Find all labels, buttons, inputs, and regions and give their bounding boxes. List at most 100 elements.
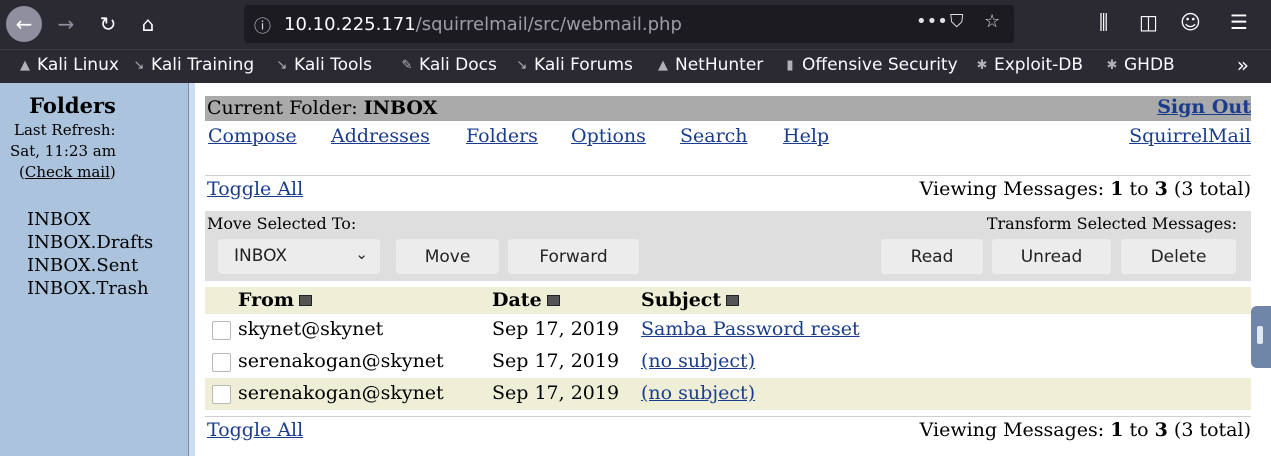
- more-bookmarks-icon[interactable]: »: [1237, 53, 1249, 77]
- viewing-messages: Viewing Messages: 1 to 3 (3 total): [920, 419, 1251, 441]
- read-button[interactable]: Read: [881, 239, 983, 274]
- message-actions: Move Selected To: Transform Selected Mes…: [205, 211, 1251, 281]
- bookmark-kali-training[interactable]: ↘ Kali Training: [132, 55, 255, 75]
- viewing-from: 1: [1110, 178, 1124, 200]
- menu-search[interactable]: Search: [680, 125, 748, 147]
- viewing-to: 3: [1154, 419, 1168, 441]
- row-subject-link[interactable]: (no subject): [641, 382, 755, 404]
- account-icon[interactable]: ☺: [1180, 10, 1201, 34]
- handle-icon: [1257, 326, 1263, 344]
- forward-arrow-icon[interactable]: →: [48, 6, 84, 42]
- message-list-pane: Current Folder: INBOX Sign Out Compose A…: [195, 83, 1271, 456]
- sidebar-toggle-tab[interactable]: [1251, 306, 1271, 368]
- bookmark-kali-tools[interactable]: ↘ Kali Tools: [275, 55, 372, 75]
- list-nav-top: Toggle All Viewing Messages: 1 to 3 (3 t…: [205, 175, 1251, 206]
- sign-out-link[interactable]: Sign Out: [1157, 96, 1251, 118]
- bookmark-nethunter[interactable]: ▲ NetHunter: [656, 55, 763, 75]
- move-selected-label: Move Selected To:: [207, 214, 357, 233]
- bookmark-kali-docs[interactable]: ✎ Kali Docs: [400, 55, 497, 75]
- folder-inbox-drafts[interactable]: INBOX.Drafts: [27, 231, 153, 254]
- sort-icon[interactable]: [298, 294, 312, 306]
- current-folder-prefix: Current Folder:: [207, 97, 358, 119]
- unread-button[interactable]: Unread: [992, 239, 1111, 274]
- viewing-to-word: to: [1129, 178, 1149, 200]
- row-checkbox[interactable]: [212, 385, 231, 404]
- delete-button[interactable]: Delete: [1121, 239, 1236, 274]
- current-folder-name: INBOX: [363, 97, 438, 119]
- bookmark-kali-linux[interactable]: ▲ Kali Linux: [18, 55, 119, 75]
- bookmark-label: Kali Docs: [419, 55, 497, 75]
- row-from: serenakogan@skynet: [238, 350, 444, 372]
- column-from-label: From: [238, 289, 294, 311]
- row-checkbox[interactable]: [212, 321, 231, 340]
- url-bar[interactable]: ⓘ 10.10.225.171/squirrelmail/src/webmail…: [244, 5, 1014, 43]
- menu-options[interactable]: Options: [571, 125, 646, 147]
- row-date: Sep 17, 2019: [492, 318, 620, 340]
- check-mail-wrapper: (Check mail): [19, 163, 116, 181]
- folder-inbox[interactable]: INBOX: [27, 208, 153, 231]
- viewing-total: (3 total): [1173, 419, 1251, 441]
- chevron-down-icon: ⌄: [355, 245, 368, 263]
- bookmark-ghdb[interactable]: ✱ GHDB: [1105, 55, 1175, 75]
- move-button[interactable]: Move: [396, 239, 499, 274]
- bookmark-offensive-security[interactable]: ▮ Offensive Security: [783, 55, 957, 75]
- home-icon[interactable]: ⌂: [130, 6, 166, 42]
- bookmark-label: Kali Linux: [37, 55, 119, 75]
- viewing-total: (3 total): [1173, 178, 1251, 200]
- column-from[interactable]: From: [238, 289, 312, 311]
- forward-button[interactable]: Forward: [508, 239, 639, 274]
- row-checkbox[interactable]: [212, 353, 231, 372]
- viewing-to: 3: [1154, 178, 1168, 200]
- folder-inbox-sent[interactable]: INBOX.Sent: [27, 254, 153, 277]
- site-info-icon[interactable]: ⓘ: [254, 12, 271, 37]
- library-icon[interactable]: ⫼: [1099, 10, 1108, 34]
- viewing-from: 1: [1110, 419, 1124, 441]
- viewing-messages: Viewing Messages: 1 to 3 (3 total): [920, 178, 1251, 200]
- url-host: 10.10.225.171: [284, 14, 416, 35]
- bookmark-star-icon[interactable]: ☆: [984, 11, 1000, 32]
- toggle-all-link[interactable]: Toggle All: [207, 419, 303, 441]
- url-path: /squirrelmail/src/webmail.php: [415, 14, 682, 35]
- back-arrow-icon[interactable]: ←: [6, 6, 42, 42]
- menu-addresses[interactable]: Addresses: [331, 125, 430, 147]
- bookmark-label: Exploit-DB: [994, 55, 1083, 75]
- row-from: serenakogan@skynet: [238, 382, 444, 404]
- table-row: serenakogan@skynet Sep 17, 2019 (no subj…: [205, 378, 1251, 410]
- transform-selected-label: Transform Selected Messages:: [986, 214, 1237, 233]
- bookmark-kali-forums[interactable]: ↘ Kali Forums: [515, 55, 633, 75]
- current-folder-label: Current Folder: INBOX: [207, 97, 437, 119]
- column-date[interactable]: Date: [492, 289, 560, 311]
- offsec-icon: ▮: [786, 57, 794, 73]
- menu-icon[interactable]: ☰: [1230, 10, 1248, 34]
- sort-icon[interactable]: [546, 294, 560, 306]
- column-subject[interactable]: Subject: [641, 289, 740, 311]
- menu-compose[interactable]: Compose: [208, 125, 297, 147]
- browser-toolbar: ← → ↻ ⌂ ⓘ 10.10.225.171/squirrelmail/src…: [0, 0, 1271, 49]
- table-header: From Date Subject: [205, 287, 1251, 314]
- sidebar-icon[interactable]: ◫: [1139, 10, 1158, 34]
- squirrelmail-link[interactable]: SquirrelMail: [1129, 125, 1251, 147]
- reload-icon[interactable]: ↻: [90, 6, 126, 42]
- current-folder-bar: Current Folder: INBOX Sign Out: [205, 96, 1251, 121]
- kali-dragon-icon: ↘: [516, 57, 528, 73]
- folder-inbox-trash[interactable]: INBOX.Trash: [27, 277, 153, 300]
- menu-help[interactable]: Help: [783, 125, 829, 147]
- table-row: skynet@skynet Sep 17, 2019 Samba Passwor…: [205, 314, 1251, 346]
- bookmark-label: Kali Tools: [294, 55, 372, 75]
- row-subject-link[interactable]: (no subject): [641, 350, 755, 372]
- list-nav-bottom: Toggle All Viewing Messages: 1 to 3 (3 t…: [205, 416, 1251, 447]
- menu-folders[interactable]: Folders: [466, 125, 538, 147]
- exploit-db-icon: ✱: [976, 57, 988, 73]
- page-actions-icon[interactable]: •••: [916, 11, 948, 32]
- row-date: Sep 17, 2019: [492, 382, 620, 404]
- kali-dragon-icon: ▲: [20, 57, 30, 73]
- bookmark-exploit-db[interactable]: ✱ Exploit-DB: [975, 55, 1083, 75]
- pocket-icon[interactable]: ⛉: [950, 11, 964, 32]
- check-mail-link[interactable]: Check mail: [25, 163, 110, 181]
- url-text[interactable]: 10.10.225.171/squirrelmail/src/webmail.p…: [284, 14, 682, 35]
- row-subject-link[interactable]: Samba Password reset: [641, 318, 860, 340]
- toggle-all-link[interactable]: Toggle All: [207, 178, 303, 200]
- sort-icon[interactable]: [726, 294, 740, 306]
- folder-select[interactable]: INBOX ⌄: [218, 239, 380, 274]
- viewing-to-word: to: [1129, 419, 1149, 441]
